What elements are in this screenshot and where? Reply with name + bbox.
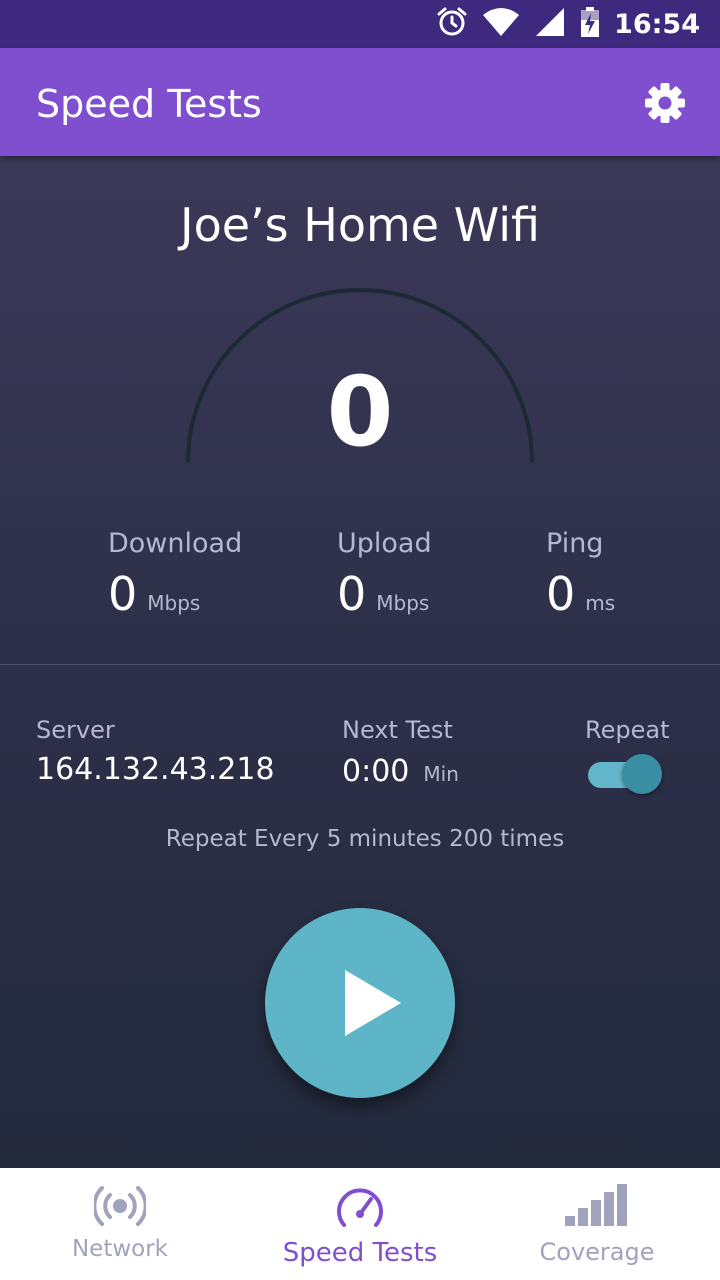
next-test-label: Next Test: [342, 716, 453, 744]
nav-item-network[interactable]: Network: [20, 1168, 220, 1280]
broadcast-icon: [94, 1186, 146, 1226]
upload-value: 0: [337, 567, 367, 621]
play-icon: [345, 970, 401, 1036]
page-title: Speed Tests: [36, 82, 262, 126]
next-test-unit: Min: [423, 762, 459, 786]
status-time: 16:54: [614, 8, 700, 40]
network-name: Joe’s Home Wifi: [180, 198, 540, 252]
repeat-label: Repeat: [585, 716, 670, 744]
bottom-nav: Network Speed Tests Coverage: [0, 1168, 720, 1280]
gear-icon: [645, 83, 685, 123]
cell-signal-icon: [534, 7, 566, 41]
nav-item-coverage[interactable]: Coverage: [497, 1168, 697, 1280]
gauge-value: 0: [326, 356, 394, 468]
app-bar: Speed Tests: [0, 48, 720, 156]
settings-button[interactable]: [644, 82, 686, 124]
ping-metric: Ping 0 ms: [546, 528, 615, 621]
nav-label-network: Network: [71, 1236, 169, 1262]
repeat-description: Repeat Every 5 minutes 200 times: [165, 826, 565, 852]
alarm-icon: [436, 6, 468, 42]
upload-metric: Upload 0 Mbps: [337, 528, 432, 621]
upload-unit: Mbps: [376, 591, 430, 615]
upload-label: Upload: [337, 528, 432, 559]
ping-value: 0: [546, 567, 576, 621]
status-icons: 16:54: [436, 0, 700, 48]
next-test-value: 0:00: [342, 754, 410, 789]
server-value: 164.132.43.218: [36, 752, 275, 787]
download-label: Download: [108, 528, 243, 559]
nav-label-speed-tests: Speed Tests: [282, 1238, 438, 1268]
ping-label: Ping: [546, 528, 604, 559]
next-test: 0:00 Min: [342, 754, 459, 789]
repeat-toggle[interactable]: [588, 754, 662, 794]
divider: [0, 664, 720, 665]
speed-test-panel: Joe’s Home Wifi 0 Download 0 Mbps Upload…: [0, 156, 720, 1168]
battery-charging-icon: [580, 6, 600, 42]
speedometer-icon: [337, 1188, 383, 1227]
server-label: Server: [36, 716, 115, 744]
download-metric: Download 0 Mbps: [108, 528, 242, 621]
nav-label-coverage: Coverage: [539, 1238, 655, 1266]
signal-bars-icon: [565, 1184, 627, 1226]
ping-unit: ms: [585, 591, 616, 615]
start-test-button[interactable]: [265, 908, 455, 1098]
toggle-thumb: [622, 754, 662, 794]
nav-item-speed-tests[interactable]: Speed Tests: [260, 1168, 460, 1280]
download-value: 0: [108, 567, 138, 621]
download-unit: Mbps: [147, 591, 201, 615]
wifi-icon: [482, 7, 520, 41]
status-bar: 16:54: [0, 0, 720, 48]
